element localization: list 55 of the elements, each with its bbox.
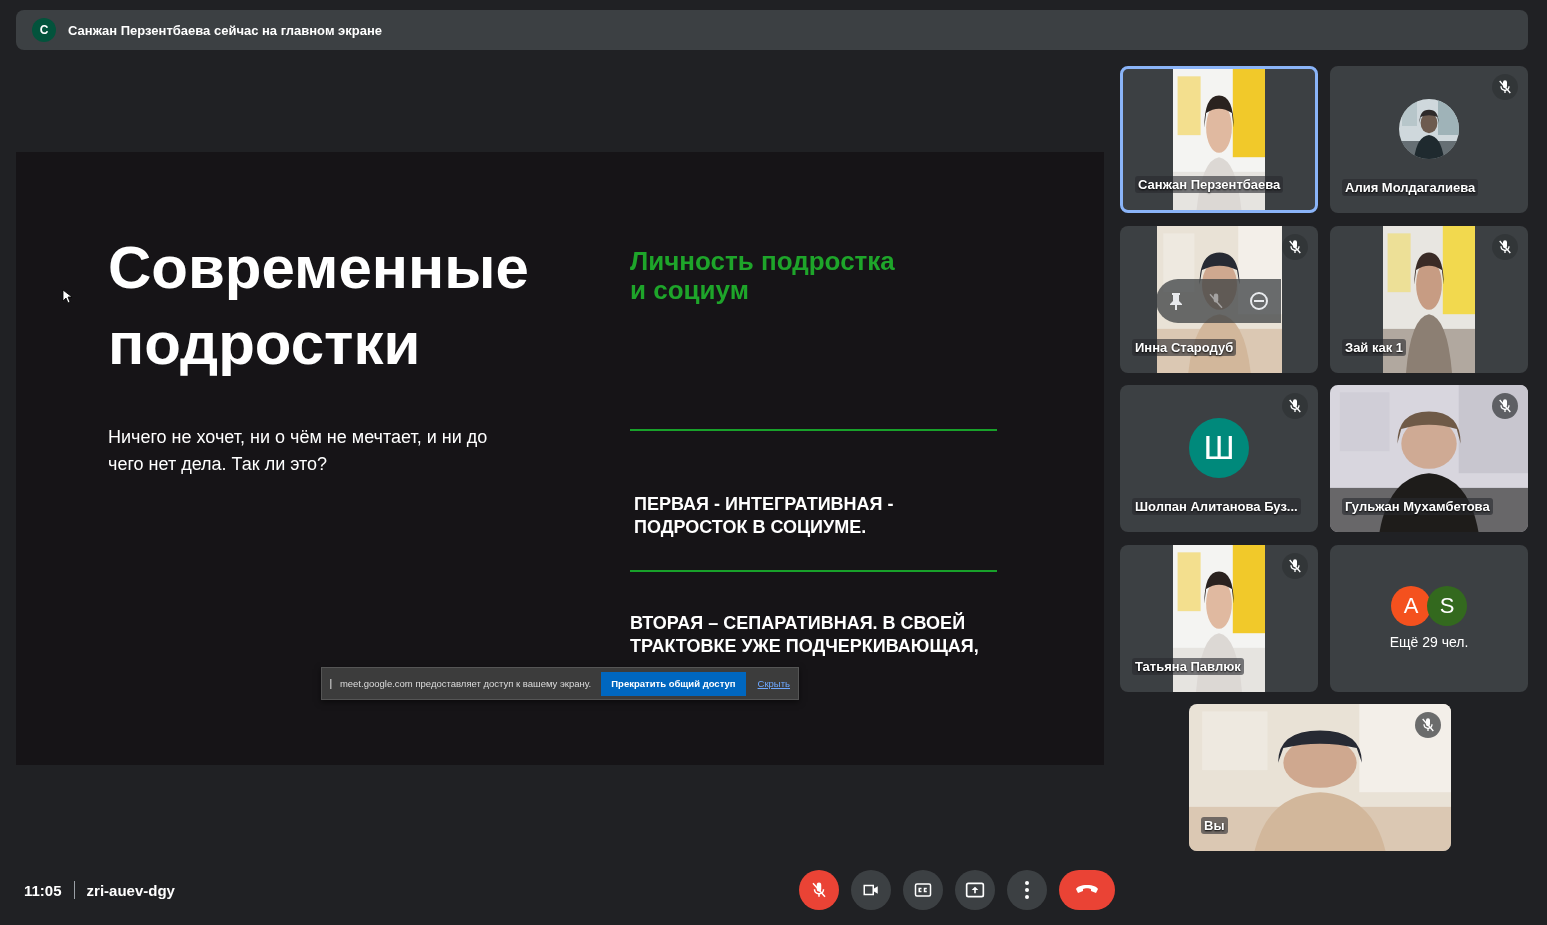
- participant-name: Татьяна Павлюк: [1132, 657, 1244, 675]
- slide-text: ПЕРВАЯ - ИНТЕГРАТИВНАЯ - ПОДРОСТОК В СОЦИУМЕ.: [634, 493, 895, 538]
- remove-icon[interactable]: [1249, 290, 1270, 311]
- leave-call-button[interactable]: [1059, 870, 1115, 910]
- share-message: meet.google.com предоставляет доступ к вашему экрану.: [339, 678, 592, 689]
- meeting-time: 11:05: [24, 881, 62, 899]
- mic-off-icon: [1497, 79, 1513, 95]
- more-vertical-icon: [1025, 881, 1029, 899]
- mic-off-icon: [1497, 398, 1513, 414]
- more-participants-label: Ещё 29 чел.: [1389, 634, 1469, 650]
- stop-sharing-button[interactable]: Прекратить общий доступ: [601, 671, 746, 696]
- avatar: Ш: [1189, 417, 1249, 478]
- participant-tile[interactable]: Зай как 1: [1330, 225, 1528, 373]
- participant-tile[interactable]: Ш Шолпан Алитанова Буз...: [1120, 385, 1318, 532]
- present-screen-icon: [964, 880, 986, 900]
- participant-tile[interactable]: Санжан Перзентбаева: [1120, 66, 1318, 213]
- participant-tile[interactable]: Гульжан Мухамбетова: [1330, 385, 1528, 532]
- pin-icon[interactable]: [1167, 290, 1184, 311]
- hang-up-icon: [1075, 884, 1099, 896]
- participant-tile[interactable]: Вы: [1189, 704, 1451, 851]
- mic-off-icon: [1287, 238, 1303, 255]
- participant-name: Шолпан Алитанова Буз...: [1132, 498, 1301, 515]
- mic-off-icon: [1287, 398, 1303, 414]
- drag-handle-icon[interactable]: [330, 678, 334, 689]
- captions-button[interactable]: [903, 870, 943, 910]
- mic-off-icon: [1287, 557, 1303, 574]
- present-screen-button[interactable]: [955, 870, 995, 910]
- participant-name: Вы: [1201, 817, 1228, 834]
- mic-off-icon: [810, 881, 828, 899]
- avatar: A: [1391, 586, 1431, 626]
- slide-heading: Личность подростка и социум: [630, 247, 896, 305]
- avatar: S: [1427, 586, 1467, 626]
- participant-tile[interactable]: Алия Молдагалиева: [1330, 66, 1528, 213]
- participant-name: Зай как 1: [1342, 338, 1407, 356]
- participant-name: Санжан Перзентбаева: [1135, 176, 1284, 193]
- mouse-pointer-icon: [62, 289, 72, 304]
- more-options-button[interactable]: [1007, 870, 1047, 910]
- participant-tile[interactable]: A S Ещё 29 чел.: [1330, 544, 1528, 692]
- camera-button[interactable]: [851, 870, 891, 910]
- mic-off-icon: [1497, 238, 1513, 255]
- slide-title: Современные подростки: [108, 233, 530, 379]
- participant-name: Гульжан Мухамбетова: [1342, 498, 1493, 515]
- participant-tile[interactable]: Инна Стародуб: [1120, 225, 1318, 373]
- participant-tile[interactable]: Татьяна Павлюк: [1120, 544, 1318, 692]
- slide-text: ВТОРАЯ – СЕПАРАТИВНАЯ. В СВОЕЙ ТРАКТОВКЕ УЖЕ ПОДЧЕРКИВАЮЩАЯ,: [630, 612, 980, 657]
- captions-icon: [913, 881, 933, 899]
- hide-link[interactable]: Скрыть: [757, 678, 790, 689]
- participant-name: Алия Молдагалиева: [1342, 179, 1479, 196]
- mic-off-icon: [1420, 717, 1436, 733]
- slide-subtitle: Ничего не хочет, ни о чём не мечтает, и ни до чего нет дела. Так ли это?: [108, 426, 489, 476]
- participant-name: Инна Стародуб: [1132, 338, 1237, 356]
- presenting-message: Санжан Перзентбаева сейчас на главном экране: [68, 22, 383, 38]
- meeting-code: zri-auev-dgy: [86, 881, 175, 899]
- avatar: С: [32, 18, 56, 42]
- microphone-button[interactable]: [799, 870, 839, 910]
